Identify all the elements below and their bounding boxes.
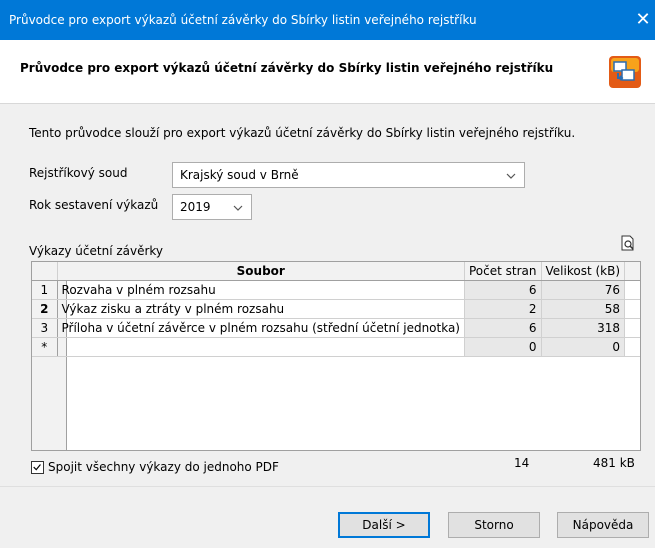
size-cell[interactable]: 318 xyxy=(541,318,626,338)
court-select[interactable]: Krajský soud v Brně xyxy=(172,162,525,188)
new-row-marker[interactable]: * xyxy=(32,337,58,357)
export-wizard-icon xyxy=(609,56,641,88)
pages-cell[interactable]: 6 xyxy=(464,318,542,338)
court-select-value: Krajský soud v Brně xyxy=(180,168,299,182)
cancel-button[interactable]: Storno xyxy=(448,512,540,538)
row-number[interactable]: 2 xyxy=(32,299,58,319)
total-size: 481 kB xyxy=(593,456,635,470)
intro-text: Tento průvodce slouží pro export výkazů … xyxy=(29,126,576,140)
file-cell[interactable]: Příloha v účetní závěrce v plném rozsahu… xyxy=(57,318,466,338)
close-icon[interactable]: ✕ xyxy=(631,6,655,34)
year-label: Rok sestavení výkazů xyxy=(29,198,159,212)
pages-cell[interactable]: 6 xyxy=(464,280,542,300)
reports-label: Výkazy účetní závěrky xyxy=(29,244,164,258)
new-row[interactable]: * 0 0 xyxy=(32,337,640,357)
wizard-content: Tento průvodce slouží pro export výkazů … xyxy=(0,104,655,486)
reports-grid[interactable]: Soubor Počet stran Velikost (kB) 1 Rozva… xyxy=(31,261,641,451)
file-cell[interactable]: Výkaz zisku a ztráty v plném rozsahu xyxy=(57,299,466,319)
column-header-pages[interactable]: Počet stran xyxy=(464,262,542,281)
size-cell[interactable]: 0 xyxy=(541,337,626,357)
chevron-down-icon xyxy=(506,173,516,179)
help-button[interactable]: Nápověda xyxy=(557,512,649,538)
wizard-header: Průvodce pro export výkazů účetní závěrk… xyxy=(0,40,655,104)
column-header-size[interactable]: Velikost (kB) xyxy=(541,262,626,281)
filler-cell xyxy=(624,337,640,357)
column-header-filler xyxy=(624,262,640,281)
size-cell[interactable]: 58 xyxy=(541,299,626,319)
merge-pdf-checkbox[interactable] xyxy=(31,461,44,474)
file-cell[interactable]: Rozvaha v plném rozsahu xyxy=(57,280,466,300)
filler-cell xyxy=(624,280,640,300)
row-number-header xyxy=(32,262,58,281)
title-bar: Průvodce pro export výkazů účetní závěrk… xyxy=(0,0,655,40)
pages-cell[interactable]: 0 xyxy=(464,337,542,357)
chevron-down-icon xyxy=(233,205,243,211)
file-cell[interactable] xyxy=(57,337,466,357)
total-pages: 14 xyxy=(514,456,530,470)
filler-cell xyxy=(624,318,640,338)
pages-cell[interactable]: 2 xyxy=(464,299,542,319)
next-button[interactable]: Další > xyxy=(338,512,430,538)
row-number[interactable]: 3 xyxy=(32,318,58,338)
year-select-value: 2019 xyxy=(180,200,211,214)
year-select[interactable]: 2019 xyxy=(172,194,252,220)
row-number[interactable]: 1 xyxy=(32,280,58,300)
window-title: Průvodce pro export výkazů účetní závěrk… xyxy=(9,13,477,27)
wizard-header-title: Průvodce pro export výkazů účetní závěrk… xyxy=(20,61,554,75)
table-row[interactable]: 1 Rozvaha v plném rozsahu 6 76 xyxy=(32,280,640,300)
checkmark-icon xyxy=(33,464,41,471)
table-header-row: Soubor Počet stran Velikost (kB) xyxy=(32,262,640,281)
print-preview-icon[interactable] xyxy=(620,235,636,251)
column-header-file[interactable]: Soubor xyxy=(57,262,466,281)
export-wizard-window: Průvodce pro export výkazů účetní závěrk… xyxy=(0,0,655,548)
reports-table: Soubor Počet stran Velikost (kB) 1 Rozva… xyxy=(32,262,640,357)
filler-cell xyxy=(624,299,640,319)
merge-pdf-label: Spojit všechny výkazy do jednoho PDF xyxy=(48,460,279,474)
table-row[interactable]: 3 Příloha v účetní závěrce v plném rozsa… xyxy=(32,318,640,338)
wizard-footer: Další > Storno Nápověda xyxy=(0,486,655,548)
court-label: Rejstříkový soud xyxy=(29,166,128,180)
size-cell[interactable]: 76 xyxy=(541,280,626,300)
table-row[interactable]: 2 Výkaz zisku a ztráty v plném rozsahu 2… xyxy=(32,299,640,319)
